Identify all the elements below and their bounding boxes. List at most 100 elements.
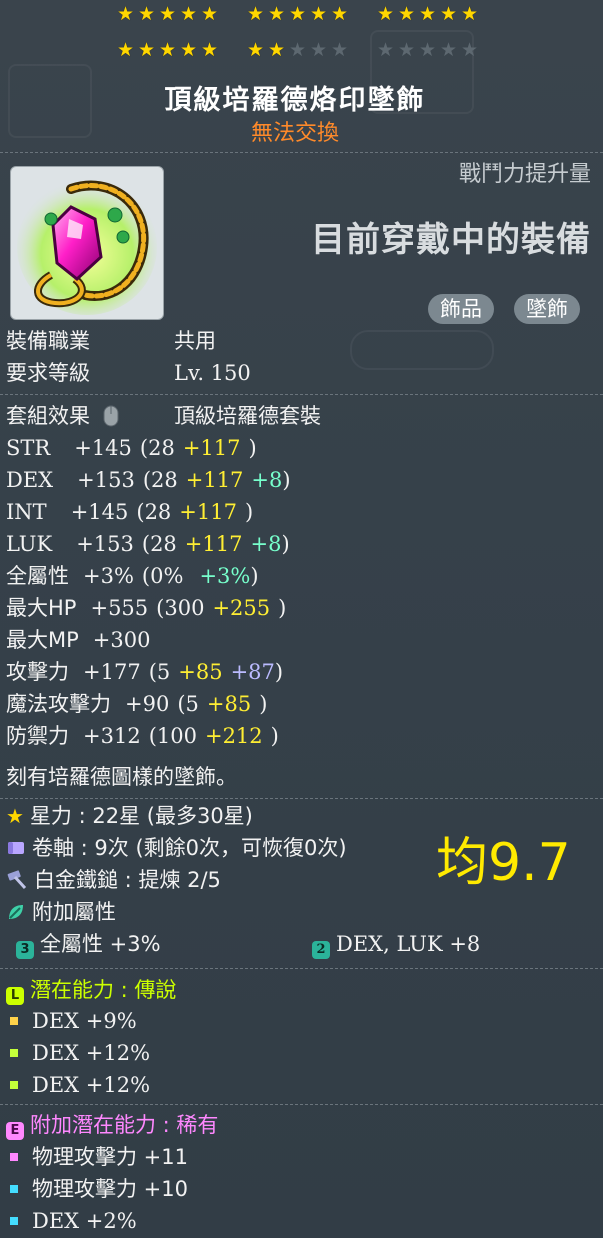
item-icon-frame — [10, 166, 164, 320]
combat-power-label: 戰鬥力提升量 — [458, 162, 591, 187]
level-requirement-row: 要求等級 Lv. 150 — [6, 358, 251, 388]
potential-title: 潛在能力 : 傳說 — [30, 978, 177, 1002]
star-force-row-1: ★ ★ ★ ★ ★ ★ ★ ★ ★ ★ ★ ★ ★ ★ ★ — [0, 0, 603, 30]
star-icon: ★ — [6, 804, 24, 828]
bonus-potential-header: E 附加潛在能力 : 稀有 — [6, 1110, 218, 1140]
star-filled-icon: ★ — [200, 3, 219, 25]
bonus-stat-label: 附加屬性 — [32, 900, 116, 924]
stat-name: DEX — [6, 468, 54, 492]
stat-name: 最大MP — [6, 628, 79, 652]
bonus-potential-line-2: 物理攻擊力 +10 — [6, 1174, 188, 1204]
combat-power-value: 目前穿戴中的裝備 — [311, 220, 591, 260]
stat-row: 防禦力 +312 (100 +212) — [6, 721, 279, 751]
unique-bullet-icon — [10, 1049, 18, 1057]
stat-scroll-bonus: +85 — [178, 660, 223, 684]
stat-flame-bonus: +87 — [230, 660, 275, 684]
category-tag-accessory: 飾品 — [428, 294, 494, 324]
star-group: ★ ★ ★ ★ ★ — [376, 0, 479, 28]
bonus-stat-line-2: 2 DEX, LUK +8 — [312, 929, 480, 959]
bonus-stat-line-1: 3 全屬性 +3% — [16, 929, 161, 959]
star-filled-icon: ★ — [158, 39, 177, 61]
stat-flame-bonus: +8 — [250, 532, 282, 556]
level-value: Lv. 150 — [174, 361, 251, 385]
divider — [0, 394, 603, 395]
pendant-icon — [17, 179, 157, 315]
job-label: 裝備職業 — [6, 329, 90, 353]
stat-base: (0% — [141, 564, 184, 588]
divider — [0, 1104, 603, 1105]
star-filled-icon: ★ — [267, 39, 286, 61]
stat-total: +312 — [83, 724, 141, 748]
set-effect-row[interactable]: 套組效果 頂級培羅德套裝 — [6, 401, 321, 431]
potential-line-2: DEX +12% — [6, 1038, 150, 1068]
stat-base: (300 — [156, 596, 205, 620]
unique-bullet-icon — [10, 1081, 18, 1089]
bonus-potential-title: 附加潛在能力 : 稀有 — [30, 1113, 219, 1137]
divider — [0, 152, 603, 153]
background-slot — [350, 330, 494, 370]
star-filled-icon: ★ — [116, 39, 135, 61]
stat-row: INT +145 (28 +117) — [6, 497, 253, 527]
bonus-tier-2-icon: 2 — [312, 941, 330, 959]
stat-name: 全屬性 — [6, 564, 69, 588]
stat-close: ) — [270, 724, 279, 748]
stat-name: 攻擊力 — [6, 660, 69, 684]
stat-total: +145 — [74, 436, 132, 460]
stat-name: 魔法攻擊力 — [6, 692, 111, 716]
stat-total: +3% — [83, 564, 134, 588]
stat-name: LUK — [6, 532, 53, 556]
stat-total: +555 — [90, 596, 149, 620]
leaf-icon — [9, 905, 23, 919]
level-label: 要求等級 — [6, 361, 90, 385]
epic-bullet-icon — [10, 1152, 18, 1161]
star-force-row-2: ★ ★ ★ ★ ★ ★ ★ ★ ★ ★ ★ ★ ★ ★ ★ — [0, 36, 603, 66]
stat-row: STR +145 (28 +117) — [6, 433, 257, 463]
star-group: ★ ★ ★ ★ ★ — [116, 0, 219, 28]
category-tag-pendant: 墜飾 — [514, 294, 580, 324]
bonus-potential-line-1: 物理攻擊力 +11 — [6, 1142, 188, 1172]
scroll-row: 卷軸 : 9次 (剩餘0次，可恢復0次) — [6, 833, 347, 863]
stat-name: 最大HP — [6, 596, 77, 620]
stat-row: 攻擊力 +177 (5 +85 +87) — [6, 657, 283, 687]
bonus-stat-header: 附加屬性 — [6, 897, 116, 927]
stat-row: 魔法攻擊力 +90 (5 +85) — [6, 689, 267, 719]
potential-text: DEX +9% — [32, 1009, 137, 1033]
stat-flame-bonus: +8 — [251, 468, 283, 492]
star-group: ★ ★ ★ ★ ★ — [246, 0, 349, 28]
stat-row: DEX +153 (28 +117 +8) — [6, 465, 291, 495]
set-effect-value: 頂級培羅德套裝 — [174, 404, 321, 428]
hammer-icon — [7, 870, 27, 890]
stat-scroll-bonus: +212 — [204, 724, 263, 748]
star-empty-icon: ★ — [330, 39, 349, 61]
bonus-stat-text: DEX, LUK +8 — [336, 932, 481, 956]
stat-row: 最大HP +555 (300 +255) — [6, 593, 286, 623]
star-filled-icon: ★ — [309, 3, 328, 25]
stat-close: ) — [250, 564, 259, 588]
job-requirement-row: 裝備職業 共用 — [6, 326, 216, 356]
job-value: 共用 — [174, 329, 216, 353]
potential-line-1: DEX +9% — [6, 1006, 137, 1036]
stat-name: INT — [6, 500, 47, 524]
mouse-icon — [103, 405, 119, 427]
average-score: 均9.7 — [436, 833, 571, 893]
hammer-row: 白金鐵鎚 : 提煉 2/5 — [6, 865, 221, 895]
item-name: 頂級培羅德烙印墜飾 — [164, 85, 426, 116]
starforce-text: 星力 : 22星 (最多30星) — [29, 804, 253, 828]
star-empty-icon: ★ — [460, 39, 479, 61]
star-empty-icon: ★ — [288, 39, 307, 61]
star-filled-icon: ★ — [418, 3, 437, 25]
stat-total: +300 — [92, 628, 151, 652]
star-filled-icon: ★ — [158, 3, 177, 25]
stat-base: (5 — [148, 660, 171, 684]
stat-base: (28 — [136, 500, 172, 524]
stat-row: LUK +153 (28 +117 +8) — [6, 529, 290, 559]
stat-name: STR — [6, 436, 51, 460]
star-filled-icon: ★ — [200, 39, 219, 61]
item-tooltip-panel: ★ ★ ★ ★ ★ ★ ★ ★ ★ ★ ★ ★ ★ ★ ★ ★ ★ ★ ★ ★ ★ ★ ★ ★ ★ ★ ★ ★ ★ ★ 頂級培羅德烙印墜… — [0, 0, 603, 1238]
stat-scroll-bonus: +117 — [179, 500, 237, 524]
stat-base: (28 — [142, 468, 178, 492]
potential-text: DEX +12% — [32, 1041, 151, 1065]
stat-close: ) — [281, 532, 290, 556]
star-group: ★ ★ ★ ★ ★ — [246, 36, 349, 64]
stat-close: ) — [244, 500, 254, 524]
